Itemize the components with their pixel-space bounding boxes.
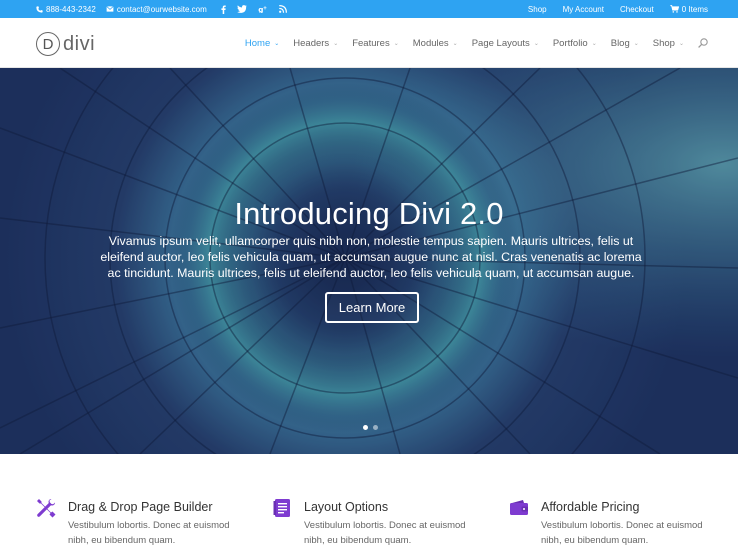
google-plus-icon[interactable]: g + (258, 5, 268, 13)
nav-label: Shop (652, 37, 675, 49)
hero-slider: Introducing Divi 2.0 Vivamus ipsum velit… (0, 68, 738, 454)
logo-mark: D (36, 32, 60, 56)
feature-description: Vestibulum lobortis. Donec at euismod ni… (68, 520, 230, 546)
wallet-icon (510, 500, 528, 515)
document-icon (273, 499, 290, 517)
feature-description: Vestibulum lobortis. Donec at euismod ni… (304, 520, 466, 546)
phone-number: 888-443-2342 (46, 4, 96, 14)
nav-item-page-layouts[interactable]: Page Layouts ⌄ (472, 38, 539, 49)
logo-text: divi (63, 32, 96, 55)
cart-count: 0 Items (681, 4, 708, 14)
nav-label: Home (244, 37, 271, 49)
topbar-link-shop[interactable]: Shop (528, 5, 547, 14)
tools-icon (37, 499, 56, 518)
nav-item-portfolio[interactable]: Portfolio ⌄ (553, 38, 597, 49)
nav-label: Portfolio (552, 37, 588, 49)
chevron-down-icon: ⌄ (533, 40, 539, 47)
nav-item-features[interactable]: Features ⌄ (352, 38, 399, 49)
main-nav: Home ⌄ Headers ⌄ Features ⌄ Modules ⌄ Page L… (245, 18, 708, 68)
top-bar: 888-443-2342 contact@ourwebsite.com g + S… (0, 0, 738, 18)
features-section: Drag & Drop Page Builder Vestibulum lobo… (0, 454, 738, 553)
slider-dot-2[interactable] (373, 425, 378, 430)
topbar-link-my-account[interactable]: My Account (563, 5, 604, 14)
chevron-down-icon: ⌄ (333, 40, 339, 47)
envelope-icon (106, 6, 114, 12)
feature-title: Layout Options (304, 500, 389, 514)
nav-label: Page Layouts (471, 37, 530, 49)
chevron-down-icon: ⌄ (452, 40, 458, 47)
phone-info[interactable]: 888-443-2342 (36, 5, 96, 14)
nav-item-blog[interactable]: Blog ⌄ (611, 38, 639, 49)
feature-description: Vestibulum lobortis. Donec at euismod ni… (541, 520, 703, 546)
search-icon[interactable] (698, 38, 708, 48)
email-address: contact@ourwebsite.com (116, 4, 207, 14)
chevron-down-icon: ⌄ (633, 40, 639, 47)
chevron-down-icon: ⌄ (678, 40, 684, 47)
nav-item-shop[interactable]: Shop ⌄ (653, 38, 684, 49)
rss-icon[interactable] (278, 5, 287, 13)
feature-title: Drag & Drop Page Builder (68, 500, 213, 514)
svg-text:+: + (263, 5, 267, 11)
feature-title: Affordable Pricing (541, 500, 640, 514)
nav-item-home[interactable]: Home ⌄ (245, 38, 279, 49)
twitter-icon[interactable] (236, 5, 247, 13)
facebook-icon[interactable] (221, 4, 226, 14)
chevron-down-icon: ⌄ (393, 40, 399, 47)
logo-letter: D (42, 35, 54, 53)
cart-link[interactable]: 0 Items (670, 5, 708, 14)
phone-icon (36, 5, 43, 13)
nav-item-headers[interactable]: Headers ⌄ (293, 38, 338, 49)
nav-label: Blog (610, 37, 630, 49)
slider-pagination (363, 425, 378, 430)
nav-item-modules[interactable]: Modules ⌄ (413, 38, 458, 49)
main-header: D divi Home ⌄ Headers ⌄ Features ⌄ Modules ⌄… (0, 18, 738, 68)
nav-label: Features (352, 37, 390, 49)
site-logo[interactable]: D divi (36, 31, 95, 57)
topbar-link-checkout[interactable]: Checkout (620, 5, 654, 14)
nav-label: Modules (412, 37, 449, 49)
hero-description: Vivamus ipsum velit, ullamcorper quis ni… (100, 234, 642, 280)
slider-dot-1[interactable] (363, 425, 368, 430)
chevron-down-icon: ⌄ (591, 40, 597, 47)
chevron-down-icon: ⌄ (274, 40, 280, 47)
learn-more-button[interactable]: Learn More (325, 292, 419, 323)
email-info[interactable]: contact@ourwebsite.com (106, 5, 207, 14)
nav-label: Headers (293, 37, 330, 49)
hero-title: Introducing Divi 2.0 (234, 196, 504, 231)
cart-icon (670, 5, 679, 13)
